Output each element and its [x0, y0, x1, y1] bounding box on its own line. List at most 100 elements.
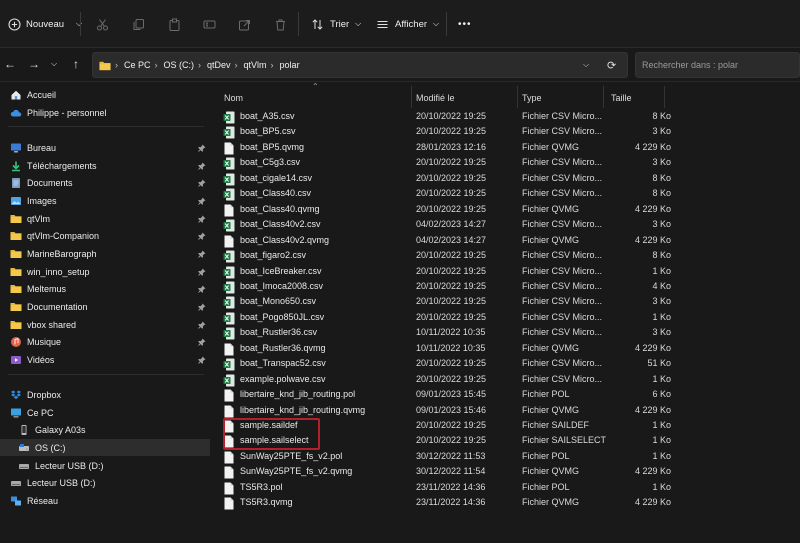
- copy-button[interactable]: [130, 14, 146, 34]
- file-row[interactable]: boat_cigale14.csv 20/10/2022 19:25 Fichier…: [222, 171, 677, 187]
- file-icon: [223, 482, 235, 495]
- file-modified-date: 04/02/2023 14:27: [416, 219, 487, 230]
- refresh-button[interactable]: ⟳: [607, 59, 616, 72]
- sidebar-item-label: Téléchargements: [27, 160, 97, 171]
- file-row[interactable]: boat_BP5.csv 20/10/2022 19:25 Fichier CSV …: [222, 124, 677, 140]
- file-row[interactable]: boat_Rustler36.qvmg 10/11/2022 10:35 Fichi…: [222, 341, 677, 357]
- column-divider[interactable]: [664, 86, 665, 108]
- file-row[interactable]: boat_C5g3.csv 20/10/2022 19:25 Fichier CSV…: [222, 155, 677, 171]
- breadcrumb-os-c[interactable]: OS (C:): [164, 60, 195, 70]
- sidebar-item-musique[interactable]: Musique: [0, 333, 210, 350]
- sidebar-item-documentation[interactable]: Documentation: [0, 298, 210, 315]
- file-type: Fichier QVMG: [522, 404, 580, 415]
- delete-button[interactable]: [272, 14, 288, 34]
- column-header-type[interactable]: Type: [522, 88, 542, 108]
- sidebar-item-documents[interactable]: Documents: [0, 174, 210, 191]
- file-type: Fichier POL: [522, 450, 570, 461]
- address-bar[interactable]: › Ce PC › OS (C:) › qtDev › qtVlm › pola…: [92, 52, 628, 78]
- file-row[interactable]: boat_IceBreaker.csv 20/10/2022 19:25 Fichi…: [222, 264, 677, 280]
- sidebar-item-galaxy-a03s[interactable]: Galaxy A03s: [0, 421, 210, 438]
- sidebar-item-vbox-shared[interactable]: vbox shared: [0, 316, 210, 333]
- file-row[interactable]: boat_Class40v2.csv 04/02/2023 14:27 Fichie…: [222, 217, 677, 233]
- sidebar-item-r-seau[interactable]: Réseau: [0, 492, 210, 509]
- sidebar-item-meltemus[interactable]: Meltemus: [0, 280, 210, 297]
- sidebar-item-os-c[interactable]: OS (C:): [0, 439, 210, 456]
- file-row[interactable]: boat_Transpac52.csv 20/10/2022 19:25 Fichi…: [222, 356, 677, 372]
- back-button[interactable]: ←: [2, 56, 18, 72]
- file-icon: [223, 142, 235, 155]
- sidebar-item-vid-os[interactable]: Vidéos: [0, 351, 210, 368]
- file-row[interactable]: TS5R3.qvmg 23/11/2022 14:36 Fichier QVMG 4 …: [222, 495, 677, 511]
- file-row[interactable]: boat_Class40.qvmg 20/10/2022 19:25 Fichier…: [222, 202, 677, 218]
- column-header-name[interactable]: Nom: [224, 88, 243, 108]
- sidebar-item-label: OS (C:): [35, 442, 66, 453]
- more-options-button[interactable]: •••: [458, 14, 472, 34]
- file-modified-date: 23/11/2022 14:36: [416, 497, 486, 508]
- sidebar-item-ce-pc[interactable]: Ce PC: [0, 404, 210, 421]
- file-size: 4 229 Ko: [634, 466, 671, 477]
- breadcrumb-polar[interactable]: polar: [280, 60, 300, 70]
- breadcrumb-qtdev[interactable]: qtDev: [207, 60, 231, 70]
- column-divider[interactable]: [411, 86, 412, 108]
- column-header-modified[interactable]: Modifié le: [416, 88, 455, 108]
- sort-button[interactable]: Trier ⌵: [309, 14, 361, 34]
- chevron-down-icon: ⌵: [433, 19, 440, 28]
- file-list: ⌃ Nom Modifié le Type Taille boat_A35.cs…: [210, 82, 800, 543]
- column-divider[interactable]: [517, 86, 518, 108]
- file-row[interactable]: boat_BP5.qvmg 28/01/2023 12:16 Fichier QVM…: [222, 140, 677, 156]
- paste-button[interactable]: [166, 14, 182, 34]
- address-history-button[interactable]: ⌵: [583, 60, 589, 70]
- file-name: SunWay25PTE_fs_v2.qvmg: [240, 466, 353, 477]
- new-button[interactable]: Nouveau ⌵: [6, 14, 82, 34]
- up-button[interactable]: ↑: [68, 56, 84, 72]
- sidebar-item-dropbox[interactable]: Dropbox: [0, 386, 210, 403]
- usb-drive-icon: [18, 460, 30, 472]
- file-row[interactable]: libertaire_knd_jib_routing.qvmg 09/01/202…: [222, 403, 677, 419]
- search-input[interactable]: Rechercher dans : polar: [635, 52, 800, 78]
- sidebar-item-win-inno-setup[interactable]: win_inno_setup: [0, 263, 210, 280]
- file-row[interactable]: boat_Pogo850JL.csv 20/10/2022 19:25 Fichie…: [222, 310, 677, 326]
- file-size: 3 Ko: [652, 327, 671, 338]
- file-row[interactable]: boat_Imoca2008.csv 20/10/2022 19:25 Fichie…: [222, 279, 677, 295]
- share-button[interactable]: [236, 14, 252, 34]
- file-row[interactable]: boat_A35.csv 20/10/2022 19:25 Fichier CSV …: [222, 109, 677, 125]
- sidebar-item-accueil[interactable]: Accueil: [0, 86, 210, 103]
- sidebar-item-philippe-personnel[interactable]: Philippe - personnel: [0, 104, 210, 121]
- pin-icon: [198, 179, 206, 187]
- sidebar-item-images[interactable]: Images: [0, 192, 210, 209]
- view-button[interactable]: Afficher ⌵: [374, 14, 439, 34]
- forward-button[interactable]: →: [26, 56, 42, 72]
- sidebar-item-bureau[interactable]: Bureau: [0, 139, 210, 156]
- file-row[interactable]: boat_Class40v2.qvmg 04/02/2023 14:27 Fichi…: [222, 233, 677, 249]
- file-row[interactable]: TS5R3.pol 23/11/2022 14:36 Fichier POL 1 Ko: [222, 480, 677, 496]
- file-row[interactable]: boat_Class40.csv 20/10/2022 19:25 Fichier …: [222, 186, 677, 202]
- file-row[interactable]: boat_figaro2.csv 20/10/2022 19:25 Fichier …: [222, 248, 677, 264]
- cut-button[interactable]: [94, 14, 110, 34]
- file-row[interactable]: libertaire_knd_jib_routing.pol 09/01/2023…: [222, 387, 677, 403]
- chevron-right-icon: ›: [198, 60, 202, 70]
- sidebar-item-label: Ce PC: [27, 407, 54, 418]
- breadcrumb-qtvlm[interactable]: qtVlm: [244, 60, 267, 70]
- sidebar-item-qtvlm-companion[interactable]: qtVlm-Companion: [0, 227, 210, 244]
- file-size: 1 Ko: [652, 265, 671, 276]
- sidebar-item-qtvlm[interactable]: qtVlm: [0, 210, 210, 227]
- file-row[interactable]: SunWay25PTE_fs_v2.pol 30/12/2022 11:53 Fic…: [222, 449, 677, 465]
- file-modified-date: 20/10/2022 19:25: [416, 435, 487, 446]
- column-divider[interactable]: [603, 86, 604, 108]
- sidebar-item-lecteur-usb-d[interactable]: Lecteur USB (D:): [0, 474, 210, 491]
- recent-locations-button[interactable]: ⌵: [46, 56, 62, 72]
- file-modified-date: 20/10/2022 19:25: [416, 420, 487, 430]
- sidebar-item-label: qtVlm: [27, 213, 51, 224]
- file-row[interactable]: example.polwave.csv 20/10/2022 19:25 Fichi…: [222, 372, 677, 388]
- file-modified-date: 30/12/2022 11:53: [416, 450, 486, 461]
- sidebar-item-marinebarograph[interactable]: MarineBarograph: [0, 245, 210, 262]
- sidebar-item-t-l-chargements[interactable]: Téléchargements: [0, 157, 210, 174]
- file-row[interactable]: boat_Mono650.csv 20/10/2022 19:25 Fichier …: [222, 294, 677, 310]
- rename-button[interactable]: [201, 14, 217, 34]
- pin-icon: [198, 197, 206, 205]
- file-row[interactable]: boat_Rustler36.csv 10/11/2022 10:35 Fichie…: [222, 325, 677, 341]
- breadcrumb-ce-pc[interactable]: Ce PC: [124, 60, 151, 70]
- sidebar-item-lecteur-usb-d[interactable]: Lecteur USB (D:): [0, 457, 210, 474]
- column-header-size[interactable]: Taille: [611, 88, 632, 108]
- file-row[interactable]: SunWay25PTE_fs_v2.qvmg 30/12/2022 11:54 Fi…: [222, 464, 677, 480]
